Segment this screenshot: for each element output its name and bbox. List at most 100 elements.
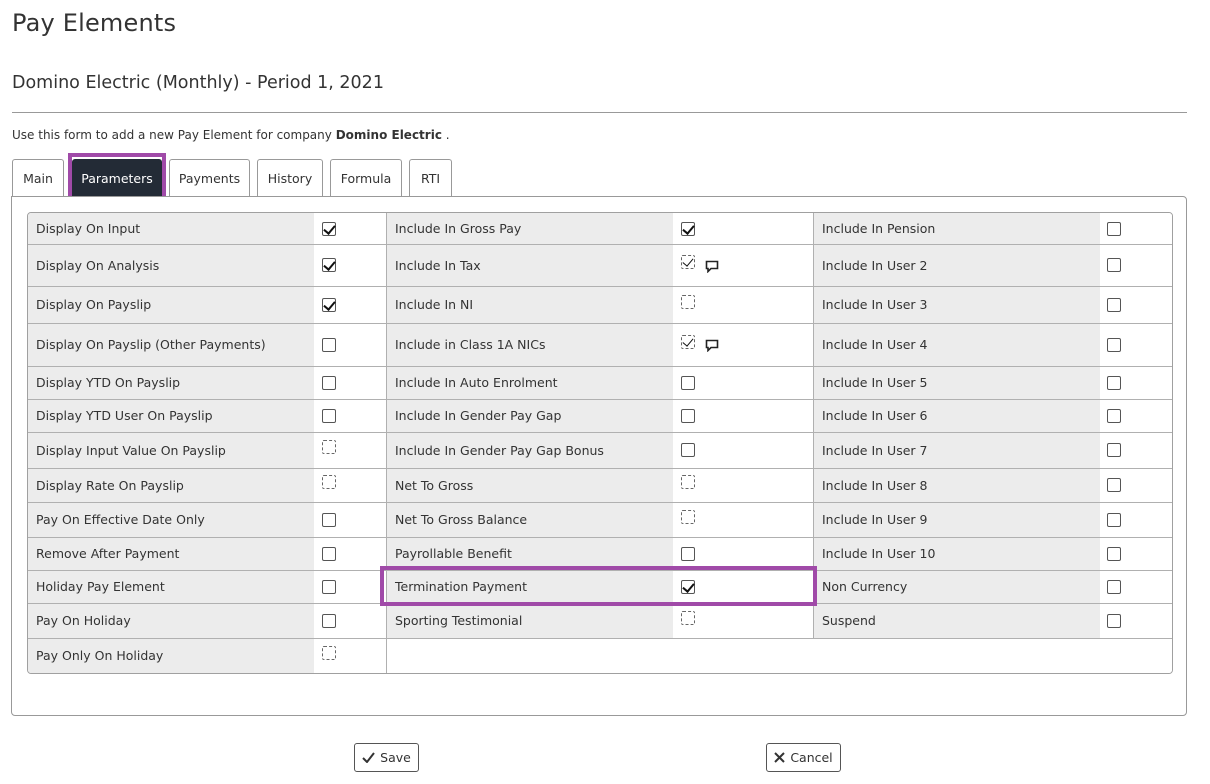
parameter-checkbox-cell [673,603,813,638]
parameter-checkbox[interactable] [681,376,695,390]
save-button[interactable]: Save [354,743,419,772]
row-divider [28,432,1172,433]
parameter-checkbox[interactable] [1107,547,1121,561]
parameter-label: Include In User 2 [814,244,1100,286]
parameter-checkbox[interactable] [1107,258,1121,272]
parameter-checkbox-cell [1100,570,1172,603]
parameter-label: Include In User 7 [814,432,1100,468]
comment-icon[interactable] [705,339,719,353]
parameter-checkbox[interactable] [681,222,695,236]
parameter-checkbox-cell [314,502,386,537]
save-label: Save [380,750,411,765]
parameter-label: Suspend [814,603,1100,638]
parameter-checkbox[interactable] [1107,338,1121,352]
parameter-checkbox-cell [1100,468,1172,502]
parameter-checkbox[interactable] [322,513,336,527]
parameter-checkbox-cell [314,399,386,432]
tab-formula[interactable]: Formula [330,159,402,197]
parameter-checkbox[interactable] [1107,478,1121,492]
parameter-label: Display YTD On Payslip [28,366,314,399]
parameter-checkbox[interactable] [681,409,695,423]
parameter-checkbox[interactable] [322,376,336,390]
tab-parameters[interactable]: Parameters [72,159,162,197]
parameter-label: Include In Gender Pay Gap Bonus [387,432,673,468]
parameter-checkbox[interactable] [681,443,695,457]
parameter-checkbox[interactable] [1107,443,1121,457]
tab-main[interactable]: Main [12,159,64,197]
comment-icon[interactable] [705,260,719,274]
parameter-checkbox[interactable] [1107,513,1121,527]
parameter-checkbox[interactable] [1107,376,1121,390]
parameter-checkbox-cell [1100,399,1172,432]
parameter-row: Display On Input Include In Gross Pay Incl… [28,213,1172,244]
parameter-label: Include In Gross Pay [387,213,673,244]
parameter-checkbox-cell [673,323,813,366]
parameter-checkbox-cell [1100,213,1172,244]
parameter-row: Display YTD On Payslip Include In Auto En… [28,366,1172,399]
parameter-row: Display Input Value On Payslip Include In… [28,432,1172,468]
parameter-checkbox-cell [314,244,386,286]
parameter-checkbox[interactable] [322,222,336,236]
parameter-checkbox[interactable] [1107,580,1121,594]
page-subtitle: Domino Electric (Monthly) - Period 1, 20… [12,73,384,93]
intro-company: Domino Electric [335,128,442,142]
parameter-checkbox-cell [314,537,386,570]
parameter-row: Remove After Payment Payrollable Benefit I… [28,537,1172,570]
parameter-checkbox-cell [1100,244,1172,286]
parameter-checkbox-cell [673,432,813,468]
parameter-checkbox[interactable] [322,409,336,423]
column-divider [813,213,814,638]
parameter-checkbox-cell [673,213,813,244]
row-divider [28,570,1172,571]
intro-prefix: Use this form to add a new Pay Element f… [12,128,332,142]
parameter-label: Include In Pension [814,213,1100,244]
tab-history[interactable]: History [257,159,323,197]
parameter-checkbox[interactable] [1107,222,1121,236]
parameter-label: Net To Gross Balance [387,502,673,537]
parameter-checkbox [322,475,336,489]
parameter-checkbox-cell [673,502,813,537]
parameter-checkbox[interactable] [322,298,336,312]
parameter-checkbox-cell [314,603,386,638]
parameter-checkbox[interactable] [681,547,695,561]
cancel-button[interactable]: Cancel [766,743,841,772]
parameter-label: Payrollable Benefit [387,537,673,570]
row-divider [28,323,1172,324]
parameter-checkbox[interactable] [322,338,336,352]
parameter-checkbox[interactable] [322,547,336,561]
parameter-label: Include In User 6 [814,399,1100,432]
parameter-row: Display On Payslip Include In NI Include I… [28,286,1172,323]
row-divider [28,502,1172,503]
parameter-checkbox[interactable] [1107,614,1121,628]
parameter-checkbox-cell [673,366,813,399]
tab-payments[interactable]: Payments [169,159,250,197]
parameter-label: Net To Gross [387,468,673,502]
parameter-checkbox-cell [673,537,813,570]
parameter-checkbox-cell [673,399,813,432]
parameter-label: Pay Only On Holiday [28,638,314,673]
cancel-label: Cancel [790,750,833,765]
parameter-checkbox[interactable] [322,258,336,272]
row-divider [28,286,1172,287]
parameter-checkbox-cell [1100,537,1172,570]
parameter-label: Sporting Testimonial [387,603,673,638]
page-title: Pay Elements [12,9,177,37]
parameter-checkbox[interactable] [681,580,695,594]
parameter-label: Include In User 8 [814,468,1100,502]
parameter-checkbox-cell [1100,323,1172,366]
parameter-checkbox[interactable] [1107,298,1121,312]
parameter-label: Include in Class 1A NICs [387,323,673,366]
parameter-row: Display On Analysis Include In Tax Include… [28,244,1172,286]
tab-rti[interactable]: RTI [409,159,452,197]
parameter-checkbox[interactable] [1107,409,1121,423]
parameter-label: Include In User 4 [814,323,1100,366]
parameter-checkbox[interactable] [322,580,336,594]
parameter-checkbox[interactable] [322,614,336,628]
parameter-row: Display On Payslip (Other Payments) Inclu… [28,323,1172,366]
parameter-checkbox-cell [673,244,813,286]
parameter-label: Holiday Pay Element [28,570,314,603]
parameter-checkbox-cell [314,638,386,673]
parameter-row: Holiday Pay Element Termination Payment No… [28,570,1172,603]
parameter-checkbox-cell [1100,286,1172,323]
row-divider [28,244,1172,245]
